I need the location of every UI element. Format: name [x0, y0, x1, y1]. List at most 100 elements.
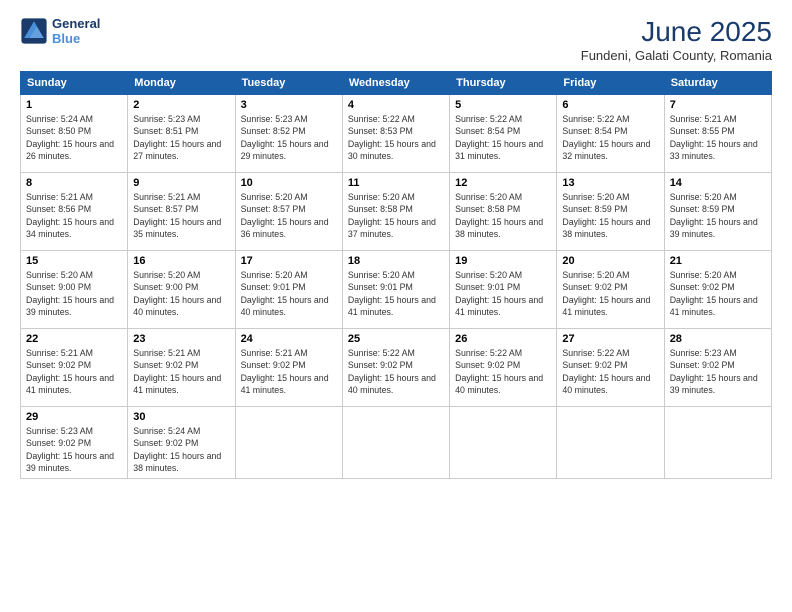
cell-info: Sunrise: 5:23 AMSunset: 8:52 PMDaylight:… — [241, 113, 337, 162]
calendar-week-row: 8 Sunrise: 5:21 AMSunset: 8:56 PMDaylight… — [21, 173, 772, 251]
title-area: June 2025 Fundeni, Galati County, Romani… — [581, 16, 772, 63]
table-row — [664, 407, 771, 479]
day-number: 12 — [455, 177, 551, 189]
header: General Blue June 2025 Fundeni, Galati C… — [20, 16, 772, 63]
table-row: 13 Sunrise: 5:20 AMSunset: 8:59 PMDayligh… — [557, 173, 664, 251]
cell-info: Sunrise: 5:20 AMSunset: 9:00 PMDaylight:… — [133, 269, 229, 318]
day-number: 4 — [348, 99, 444, 111]
col-header-sunday: Sunday — [21, 72, 128, 95]
calendar-table: Sunday Monday Tuesday Wednesday Thursday… — [20, 71, 772, 479]
table-row: 10Sunrise: 5:20 AMSunset: 8:57 PMDayligh… — [235, 173, 342, 251]
day-number: 5 — [455, 99, 551, 111]
col-header-tuesday: Tuesday — [235, 72, 342, 95]
col-header-wednesday: Wednesday — [342, 72, 449, 95]
cell-info: Sunrise: 5:20 AMSunset: 9:01 PMDaylight:… — [348, 269, 444, 318]
table-row: 6 Sunrise: 5:22 AMSunset: 8:54 PMDaylight… — [557, 95, 664, 173]
table-row — [557, 407, 664, 479]
cell-info: Sunrise: 5:22 AMSunset: 9:02 PMDaylight:… — [562, 347, 658, 396]
table-row: 30 Sunrise: 5:24 AMSunset: 9:02 PMDayligh… — [128, 407, 235, 479]
table-row: 15 Sunrise: 5:20 AMSunset: 9:00 PMDayligh… — [21, 251, 128, 329]
cell-info: Sunrise: 5:20 AMSunset: 9:01 PMDaylight:… — [455, 269, 551, 318]
day-number: 21 — [670, 255, 766, 267]
logo-text: General Blue — [52, 16, 100, 46]
day-number: 22 — [26, 333, 122, 345]
cell-info: Sunrise: 5:20 AMSunset: 9:00 PMDaylight:… — [26, 269, 122, 318]
day-number: 2 — [133, 99, 229, 111]
table-row — [450, 407, 557, 479]
day-number: 19 — [455, 255, 551, 267]
cell-info: Sunrise: 5:21 AMSunset: 8:56 PMDaylight:… — [26, 191, 122, 240]
col-header-monday: Monday — [128, 72, 235, 95]
cell-info: Sunrise: 5:20 AMSunset: 8:58 PMDaylight:… — [348, 191, 444, 240]
day-number: 9 — [133, 177, 229, 189]
table-row: 22 Sunrise: 5:21 AMSunset: 9:02 PMDayligh… — [21, 329, 128, 407]
day-number: 15 — [26, 255, 122, 267]
cell-info: Sunrise: 5:24 AMSunset: 9:02 PMDaylight:… — [133, 425, 229, 474]
day-number: 28 — [670, 333, 766, 345]
cell-info: Sunrise: 5:20 AMSunset: 8:58 PMDaylight:… — [455, 191, 551, 240]
cell-info: Sunrise: 5:22 AMSunset: 8:53 PMDaylight:… — [348, 113, 444, 162]
cell-info: Sunrise: 5:23 AMSunset: 9:02 PMDaylight:… — [670, 347, 766, 396]
col-header-friday: Friday — [557, 72, 664, 95]
table-row: 16 Sunrise: 5:20 AMSunset: 9:00 PMDayligh… — [128, 251, 235, 329]
calendar-week-row: 29 Sunrise: 5:23 AMSunset: 9:02 PMDayligh… — [21, 407, 772, 479]
table-row: 1Sunrise: 5:24 AMSunset: 8:50 PMDaylight… — [21, 95, 128, 173]
day-number: 7 — [670, 99, 766, 111]
calendar-week-row: 15 Sunrise: 5:20 AMSunset: 9:00 PMDayligh… — [21, 251, 772, 329]
table-row: 26 Sunrise: 5:22 AMSunset: 9:02 PMDayligh… — [450, 329, 557, 407]
table-row: 12 Sunrise: 5:20 AMSunset: 8:58 PMDayligh… — [450, 173, 557, 251]
logo: General Blue — [20, 16, 100, 46]
day-number: 13 — [562, 177, 658, 189]
location-subtitle: Fundeni, Galati County, Romania — [581, 48, 772, 63]
day-number: 14 — [670, 177, 766, 189]
calendar-header-row: Sunday Monday Tuesday Wednesday Thursday… — [21, 72, 772, 95]
table-row: 5Sunrise: 5:22 AMSunset: 8:54 PMDaylight… — [450, 95, 557, 173]
table-row: 21 Sunrise: 5:20 AMSunset: 9:02 PMDayligh… — [664, 251, 771, 329]
day-number: 26 — [455, 333, 551, 345]
table-row: 23Sunrise: 5:21 AMSunset: 9:02 PMDayligh… — [128, 329, 235, 407]
table-row: 8 Sunrise: 5:21 AMSunset: 8:56 PMDaylight… — [21, 173, 128, 251]
day-number: 24 — [241, 333, 337, 345]
day-number: 27 — [562, 333, 658, 345]
cell-info: Sunrise: 5:21 AMSunset: 8:57 PMDaylight:… — [133, 191, 229, 240]
cell-info: Sunrise: 5:23 AMSunset: 9:02 PMDaylight:… — [26, 425, 122, 474]
day-number: 8 — [26, 177, 122, 189]
logo-icon — [20, 17, 48, 45]
cell-info: Sunrise: 5:21 AMSunset: 9:02 PMDaylight:… — [133, 347, 229, 396]
cell-info: Sunrise: 5:21 AMSunset: 9:02 PMDaylight:… — [26, 347, 122, 396]
calendar-page: General Blue June 2025 Fundeni, Galati C… — [0, 0, 792, 612]
table-row: 25Sunrise: 5:22 AMSunset: 9:02 PMDayligh… — [342, 329, 449, 407]
table-row: 4 Sunrise: 5:22 AMSunset: 8:53 PMDaylight… — [342, 95, 449, 173]
day-number: 30 — [133, 411, 229, 423]
day-number: 6 — [562, 99, 658, 111]
cell-info: Sunrise: 5:20 AMSunset: 8:57 PMDaylight:… — [241, 191, 337, 240]
day-number: 25 — [348, 333, 444, 345]
day-number: 3 — [241, 99, 337, 111]
cell-info: Sunrise: 5:23 AMSunset: 8:51 PMDaylight:… — [133, 113, 229, 162]
table-row: 11Sunrise: 5:20 AMSunset: 8:58 PMDayligh… — [342, 173, 449, 251]
day-number: 18 — [348, 255, 444, 267]
calendar-week-row: 1Sunrise: 5:24 AMSunset: 8:50 PMDaylight… — [21, 95, 772, 173]
table-row: 29 Sunrise: 5:23 AMSunset: 9:02 PMDayligh… — [21, 407, 128, 479]
cell-info: Sunrise: 5:22 AMSunset: 8:54 PMDaylight:… — [562, 113, 658, 162]
table-row: 14 Sunrise: 5:20 AMSunset: 8:59 PMDayligh… — [664, 173, 771, 251]
day-number: 16 — [133, 255, 229, 267]
calendar-week-row: 22 Sunrise: 5:21 AMSunset: 9:02 PMDayligh… — [21, 329, 772, 407]
cell-info: Sunrise: 5:22 AMSunset: 9:02 PMDaylight:… — [455, 347, 551, 396]
cell-info: Sunrise: 5:20 AMSunset: 8:59 PMDaylight:… — [562, 191, 658, 240]
table-row: 2 Sunrise: 5:23 AMSunset: 8:51 PMDaylight… — [128, 95, 235, 173]
cell-info: Sunrise: 5:20 AMSunset: 9:02 PMDaylight:… — [562, 269, 658, 318]
table-row: 7 Sunrise: 5:21 AMSunset: 8:55 PMDaylight… — [664, 95, 771, 173]
table-row — [235, 407, 342, 479]
day-number: 17 — [241, 255, 337, 267]
table-row: 20Sunrise: 5:20 AMSunset: 9:02 PMDayligh… — [557, 251, 664, 329]
day-number: 29 — [26, 411, 122, 423]
cell-info: Sunrise: 5:20 AMSunset: 8:59 PMDaylight:… — [670, 191, 766, 240]
table-row: 9 Sunrise: 5:21 AMSunset: 8:57 PMDaylight… — [128, 173, 235, 251]
table-row: 27 Sunrise: 5:22 AMSunset: 9:02 PMDayligh… — [557, 329, 664, 407]
table-row: 18 Sunrise: 5:20 AMSunset: 9:01 PMDayligh… — [342, 251, 449, 329]
table-row: 19 Sunrise: 5:20 AMSunset: 9:01 PMDayligh… — [450, 251, 557, 329]
table-row: 17Sunrise: 5:20 AMSunset: 9:01 PMDayligh… — [235, 251, 342, 329]
cell-info: Sunrise: 5:20 AMSunset: 9:02 PMDaylight:… — [670, 269, 766, 318]
cell-info: Sunrise: 5:21 AMSunset: 8:55 PMDaylight:… — [670, 113, 766, 162]
